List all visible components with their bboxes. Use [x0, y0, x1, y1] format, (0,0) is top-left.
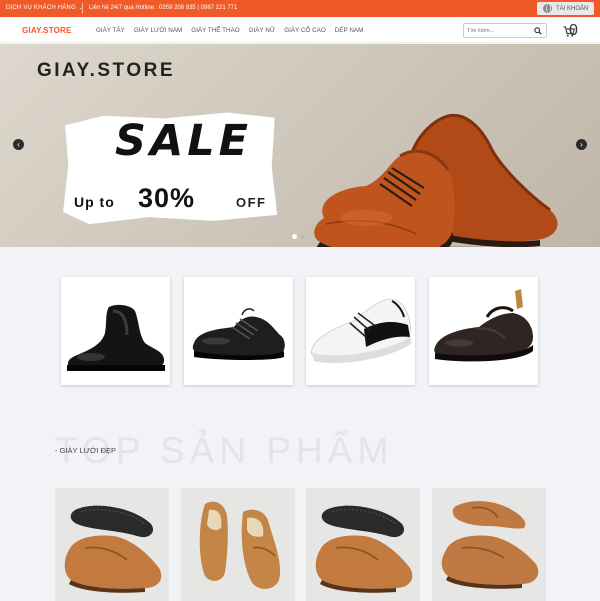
banner-percent-text: 30% [138, 183, 196, 213]
carousel-next-button[interactable]: › [576, 139, 587, 150]
account-button[interactable]: TÀI KHOẢN [537, 2, 594, 15]
loafer-pair-icon [64, 505, 162, 593]
customer-service-menu[interactable]: DỊCH VỤ KHÁCH HÀNG ⌄ [6, 5, 83, 11]
globe-icon [543, 4, 552, 13]
hotline-text: Liên hệ 24/7 qua Hotline : 0359 208 835 … [89, 5, 238, 11]
banner-brand: GIAY.STORE [37, 60, 175, 81]
top-bar: DỊCH VỤ KHÁCH HÀNG ⌄ Liên hệ 24/7 qua Ho… [0, 0, 600, 17]
banner-upto-text: Up to [74, 194, 115, 210]
category-tile-sneaker[interactable] [306, 277, 415, 385]
category-tile-loafer[interactable] [429, 277, 538, 385]
carousel-prev-button[interactable]: ‹ [13, 139, 24, 150]
search-icon[interactable] [534, 27, 542, 35]
loafer-icon [434, 289, 533, 362]
divider [82, 3, 83, 14]
main-nav: GIÀY TÂY GIÀY LƯỜI NAM GIÀY THỂ THAO GIÀ… [96, 27, 372, 34]
loafer-pair-icon [315, 505, 413, 593]
carousel-dots [292, 234, 308, 239]
nav-item-giay-the-thao[interactable]: GIÀY THỂ THAO [191, 27, 239, 34]
nav-item-dep-nam[interactable]: DÉP NAM [335, 27, 364, 34]
nav-item-giay-tay[interactable]: GIÀY TÂY [96, 27, 125, 34]
chelsea-boot-icon [67, 304, 165, 371]
customer-service-label: DỊCH VỤ KHÁCH HÀNG [6, 5, 76, 11]
product-card-1[interactable] [55, 488, 169, 601]
category-tile-chelsea-boot[interactable] [61, 277, 170, 385]
category-tile-oxford[interactable] [184, 277, 293, 385]
carousel-dot-1[interactable] [292, 234, 297, 239]
search-box [463, 23, 547, 38]
carousel-dot-2[interactable] [300, 234, 305, 239]
nav-item-giay-luoi-nam[interactable]: GIÀY LƯỜI NAM [134, 27, 182, 34]
nav-item-giay-nu[interactable]: GIÀY NỮ [249, 27, 276, 34]
chevron-right-icon: › [580, 140, 583, 149]
logo[interactable]: GIAY.STORE [22, 26, 72, 35]
loafer-pair-icon [199, 501, 281, 589]
chevron-left-icon: ‹ [17, 140, 20, 149]
oxford-shoes-image [314, 113, 558, 247]
sneaker-icon [310, 298, 412, 363]
product-card-2[interactable] [181, 488, 295, 601]
cart-count-badge: 0 [569, 22, 578, 39]
hero-banner[interactable]: GIAY.STORE SALE Up to 30% OFF ‹ › [0, 44, 600, 247]
product-card-3[interactable] [306, 488, 420, 601]
nav-item-giay-co-cao[interactable]: GIÀY CỔ CAO [284, 27, 326, 34]
banner-sale-text: SALE [115, 116, 253, 166]
account-label: TÀI KHOẢN [556, 6, 589, 12]
product-card-4[interactable] [432, 488, 546, 601]
loafer-pair-icon [441, 501, 539, 589]
section-subheading: - GIÀY LƯỜI ĐẸP [55, 446, 117, 455]
banner-off-text: OFF [236, 195, 267, 210]
main-header: GIAY.STORE GIÀY TÂY GIÀY LƯỜI NAM GIÀY T… [0, 17, 600, 43]
search-input[interactable] [467, 26, 531, 36]
oxford-shoe-icon [192, 308, 285, 360]
